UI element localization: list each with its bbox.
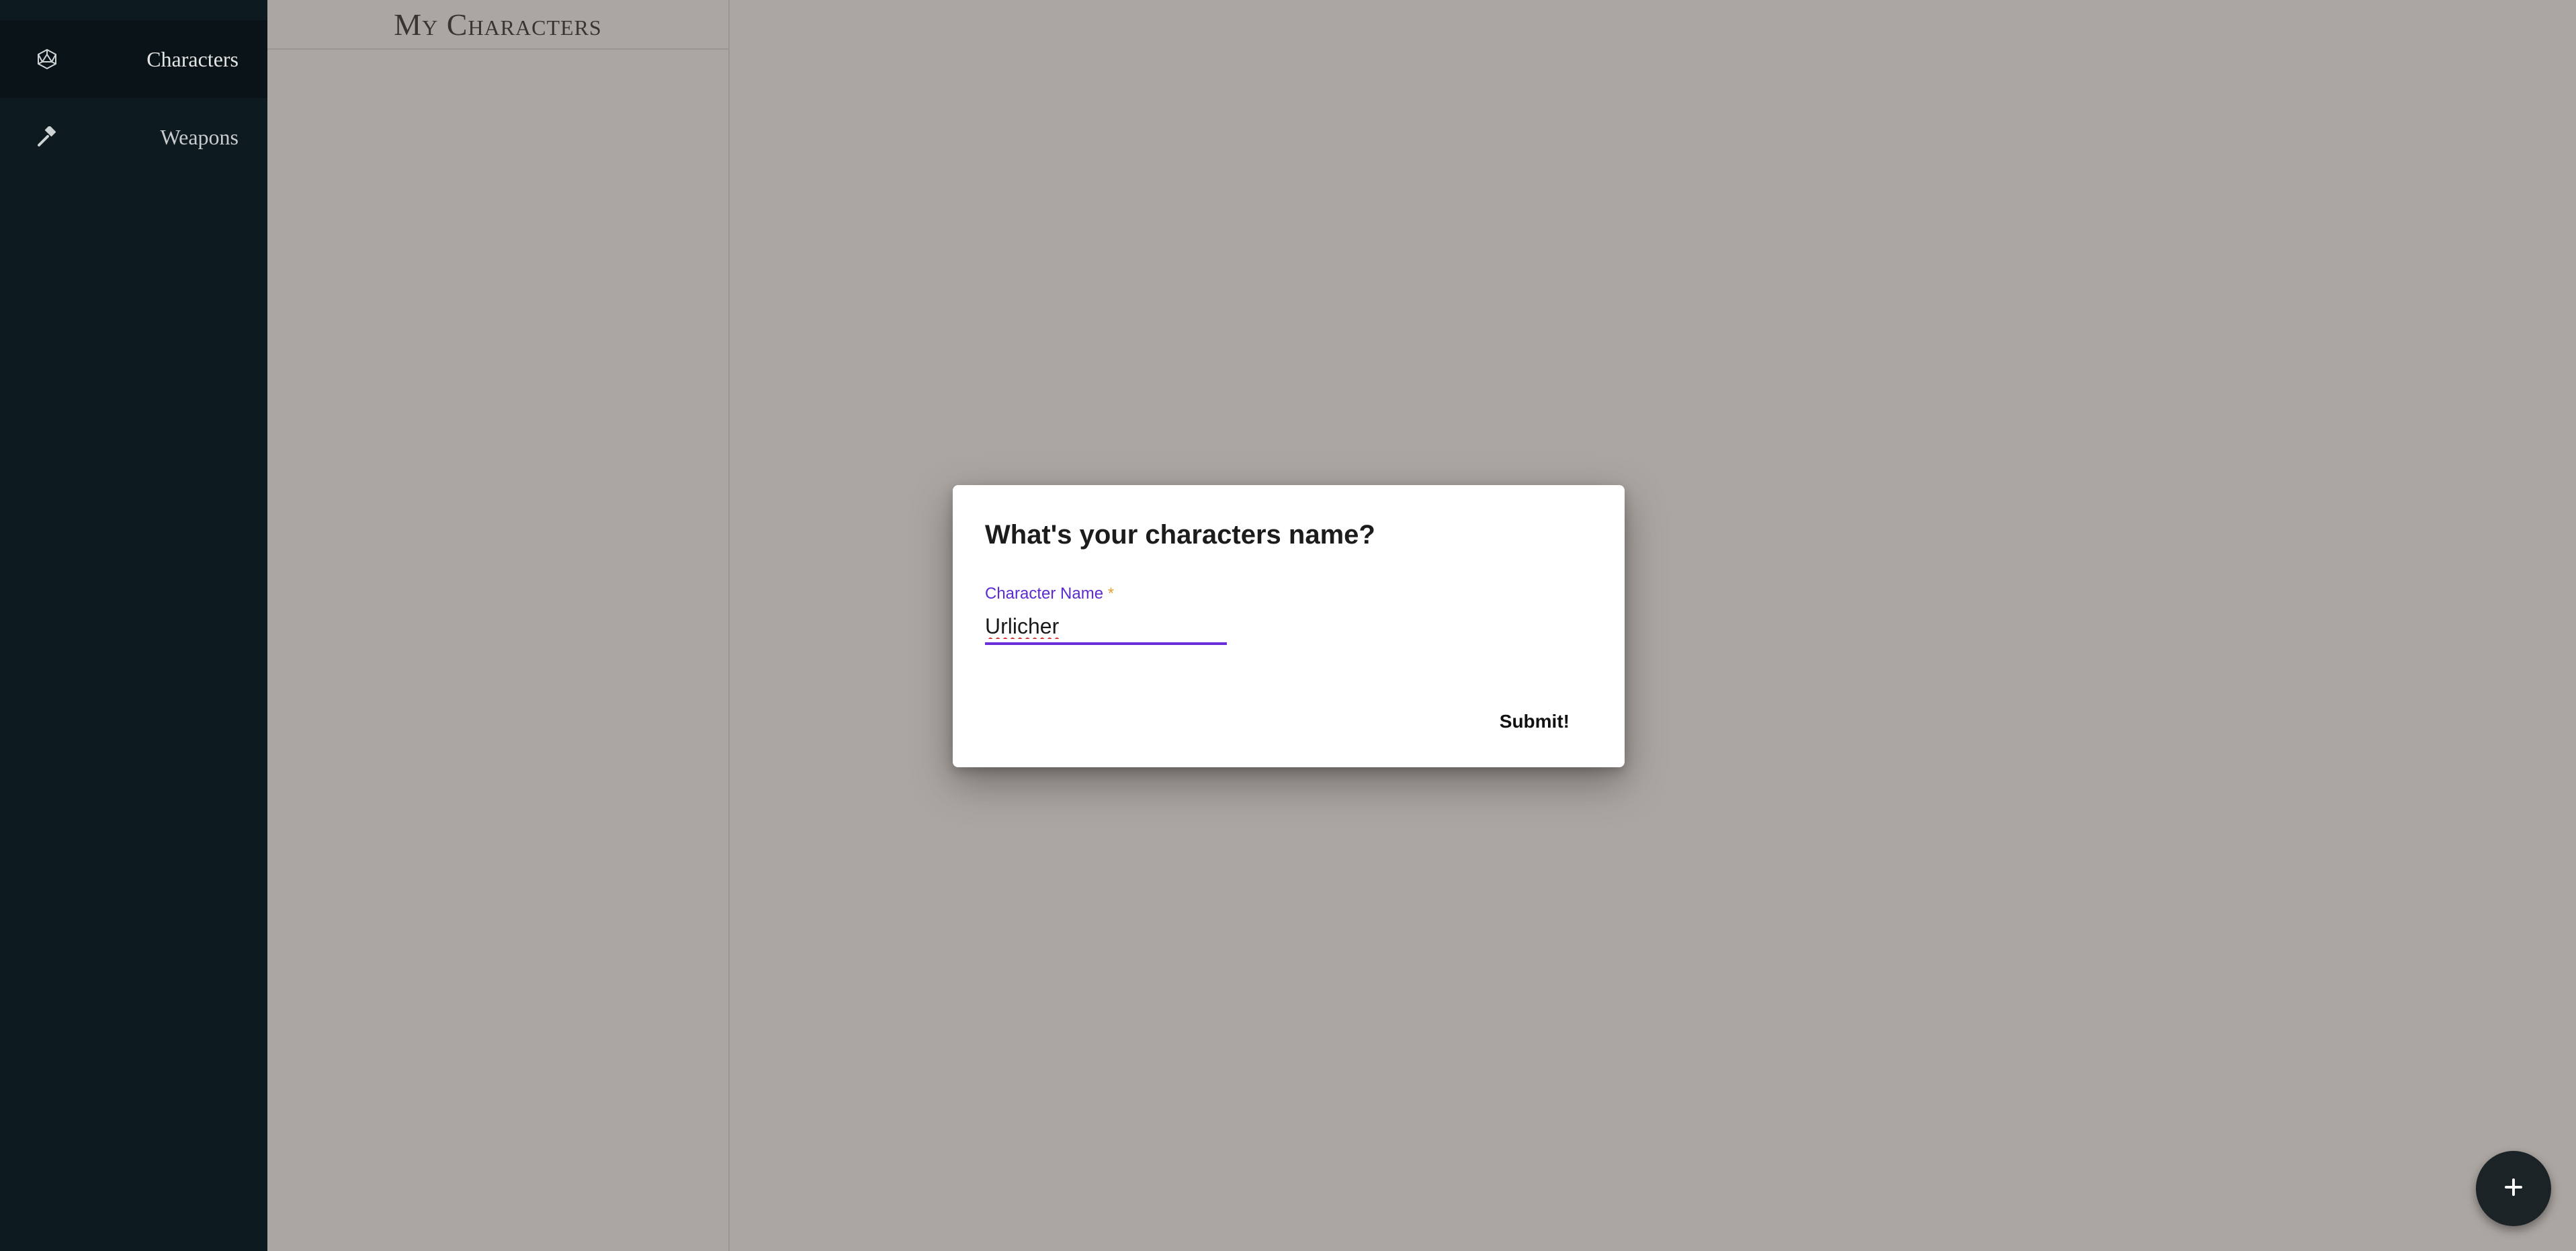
character-name-dialog: What's your characters name? Character N… <box>953 485 1625 767</box>
dialog-title: What's your characters name? <box>985 520 1375 550</box>
character-name-input[interactable] <box>985 610 1227 645</box>
d20-icon <box>35 47 59 71</box>
submit-button[interactable]: Submit! <box>1493 705 1576 738</box>
field-label-text: Character Name <box>985 585 1104 603</box>
sidebar-item-weapons[interactable]: Weapons <box>0 98 267 176</box>
sidebar-item-label: Weapons <box>160 124 239 149</box>
required-marker: * <box>1107 585 1115 603</box>
hammer-icon <box>35 125 59 149</box>
sidebar: Characters Weapons <box>0 0 267 1251</box>
character-name-label: Character Name * <box>985 585 1114 603</box>
sidebar-item-characters[interactable]: Characters <box>0 20 267 98</box>
plus-icon <box>2503 1177 2524 1201</box>
sidebar-item-label: Characters <box>146 46 239 71</box>
add-character-button[interactable] <box>2476 1151 2551 1226</box>
